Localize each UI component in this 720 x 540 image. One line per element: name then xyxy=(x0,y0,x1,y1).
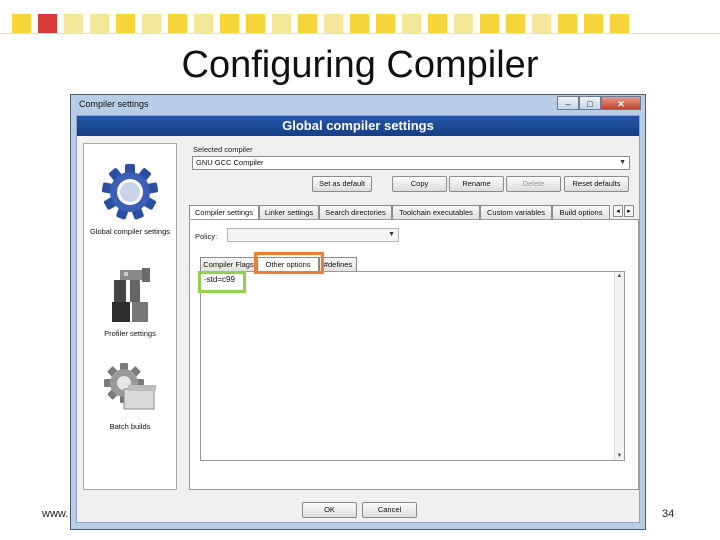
main-tabs: Compiler settings Linker settings Search… xyxy=(189,205,641,220)
decorative-square xyxy=(298,14,317,33)
category-profiler-settings[interactable]: Profiler settings xyxy=(84,266,176,338)
tab-compiler-flags[interactable]: Compiler Flags xyxy=(200,257,257,271)
decorative-square xyxy=(584,14,603,33)
profiler-icon xyxy=(112,268,150,322)
tab-linker-settings[interactable]: Linker settings xyxy=(259,205,319,219)
decorative-squares xyxy=(0,0,720,34)
tab-build-options[interactable]: Build options xyxy=(552,205,610,219)
tab-scroll-left-icon[interactable]: ◂ xyxy=(613,205,623,217)
compiler-settings-dialog: Compiler settings – □ ✕ Global compiler … xyxy=(70,94,646,530)
decorative-square xyxy=(402,14,421,33)
category-batch-builds[interactable]: Batch builds xyxy=(84,359,176,431)
decorative-square xyxy=(116,14,135,33)
policy-select[interactable]: ▼ xyxy=(227,228,399,242)
dialog-title: Compiler settings xyxy=(79,99,149,109)
selected-compiler-value: GNU GCC Compiler xyxy=(196,158,264,167)
tab-custom-variables[interactable]: Custom variables xyxy=(480,205,552,219)
other-options-highlight xyxy=(254,252,324,274)
selected-compiler-select[interactable]: GNU GCC Compiler ▼ xyxy=(192,156,630,170)
decorative-square xyxy=(64,14,83,33)
scroll-up-icon[interactable]: ▲ xyxy=(615,273,624,279)
page-number: 34 xyxy=(662,508,675,520)
decorative-square xyxy=(142,14,161,33)
decorative-square xyxy=(506,14,525,33)
decorative-square xyxy=(480,14,499,33)
decorative-square xyxy=(532,14,551,33)
tab-compiler-settings[interactable]: Compiler settings xyxy=(189,205,259,220)
decorative-square xyxy=(610,14,629,33)
copy-button[interactable]: Copy xyxy=(392,176,447,192)
batch-builds-icon xyxy=(104,363,156,410)
compiler-settings-page: Policy: ▼ Compiler Flags Other options #… xyxy=(189,219,639,490)
options-text-highlight xyxy=(198,271,246,293)
footer-url: www. xyxy=(42,508,69,520)
policy-label: Policy: xyxy=(195,232,218,241)
tab-search-directories[interactable]: Search directories xyxy=(319,205,392,219)
slide-title: Configuring Compiler xyxy=(181,44,539,86)
decorative-square xyxy=(12,14,31,33)
delete-button[interactable]: Delete xyxy=(506,176,561,192)
gear-icon xyxy=(101,164,159,220)
window-controls: – □ ✕ xyxy=(557,96,641,111)
minimize-button[interactable]: – xyxy=(557,96,579,110)
decorative-square xyxy=(38,14,57,33)
ok-button[interactable]: OK xyxy=(302,502,357,518)
rename-button[interactable]: Rename xyxy=(449,176,504,192)
title-rule xyxy=(0,33,720,34)
decorative-square xyxy=(168,14,187,33)
decorative-square xyxy=(324,14,343,33)
vertical-scrollbar[interactable]: ▲ ▼ xyxy=(614,272,624,460)
decorative-square xyxy=(428,14,447,33)
category-label: Profiler settings xyxy=(104,329,156,338)
decorative-square xyxy=(272,14,291,33)
close-button[interactable]: ✕ xyxy=(601,96,641,110)
chevron-down-icon: ▼ xyxy=(388,231,395,238)
selected-compiler-label: Selected compiler xyxy=(193,145,253,154)
tab-toolchain-executables[interactable]: Toolchain executables xyxy=(392,205,480,219)
dialog-client-area: Global compiler settings Global compiler… xyxy=(76,115,640,523)
category-global-compiler-settings[interactable]: Global compiler settings xyxy=(84,162,176,236)
maximize-button[interactable]: □ xyxy=(579,96,601,110)
tab-defines[interactable]: #defines xyxy=(319,257,357,271)
reset-defaults-button[interactable]: Reset defaults xyxy=(564,176,629,192)
tab-scroll-right-icon[interactable]: ▸ xyxy=(624,205,634,217)
decorative-square xyxy=(194,14,213,33)
decorative-square xyxy=(376,14,395,33)
other-options-textarea[interactable]: -std=c99 ▲ ▼ xyxy=(200,271,625,461)
cancel-button[interactable]: Cancel xyxy=(362,502,417,518)
decorative-square xyxy=(558,14,577,33)
decorative-square xyxy=(90,14,109,33)
decorative-square xyxy=(350,14,369,33)
scroll-down-icon[interactable]: ▼ xyxy=(615,453,624,459)
chevron-down-icon: ▼ xyxy=(619,159,626,166)
decorative-square xyxy=(454,14,473,33)
category-label: Global compiler settings xyxy=(89,227,171,236)
category-label: Batch builds xyxy=(109,422,151,431)
settings-banner: Global compiler settings xyxy=(77,116,639,136)
decorative-square xyxy=(246,14,265,33)
category-list: Global compiler settings Profiler settin… xyxy=(83,143,177,490)
set-as-default-button[interactable]: Set as default xyxy=(312,176,372,192)
decorative-square xyxy=(220,14,239,33)
